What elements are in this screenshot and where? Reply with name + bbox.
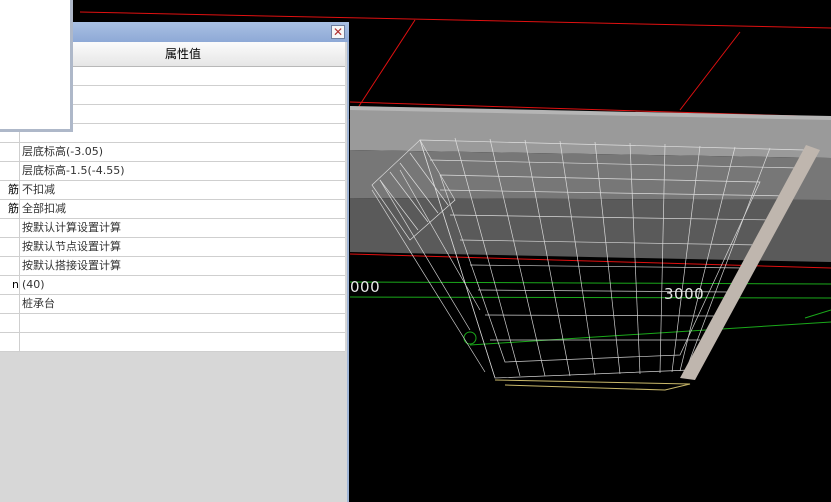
property-name — [0, 333, 20, 351]
property-value[interactable]: 按默认节点设置计算 — [22, 238, 342, 256]
dimension-label-left: 000 — [350, 278, 381, 296]
property-value[interactable]: 不扣减 — [22, 181, 342, 199]
table-row[interactable] — [0, 314, 345, 333]
table-row[interactable]: 按默认计算设置计算 — [0, 219, 345, 238]
close-icon: ✕ — [332, 25, 344, 39]
table-row[interactable]: 按默认节点设置计算 — [0, 238, 345, 257]
table-row[interactable]: 层底标高(-3.05) — [0, 143, 345, 162]
property-value[interactable]: 全部扣减 — [22, 200, 342, 218]
table-row[interactable]: 筋不扣减 — [0, 181, 345, 200]
property-name — [0, 295, 20, 313]
property-value[interactable]: 层底标高-1.5(-4.55) — [22, 162, 342, 180]
table-row[interactable]: 层底标高-1.5(-4.55) — [0, 162, 345, 181]
property-name — [0, 314, 20, 332]
close-button[interactable]: ✕ — [331, 25, 345, 39]
property-name — [0, 257, 20, 275]
property-value[interactable]: (40) — [22, 276, 342, 294]
pile-cap-outline — [494, 379, 691, 391]
property-name: n — [0, 276, 20, 294]
green-grid-lines — [349, 281, 831, 346]
property-value[interactable]: 层底标高(-3.05) — [22, 143, 342, 161]
property-name — [0, 143, 20, 161]
table-row[interactable]: 筋全部扣减 — [0, 200, 345, 219]
table-row[interactable]: n (40) — [0, 276, 345, 295]
popup-window[interactable] — [0, 0, 73, 132]
property-name — [0, 219, 20, 237]
property-value[interactable]: 按默认计算设置计算 — [22, 219, 342, 237]
property-name: 筋 — [0, 181, 20, 199]
table-row[interactable]: 按默认搭接设置计算 — [0, 257, 345, 276]
table-row[interactable] — [0, 333, 345, 352]
property-name: 筋 — [0, 200, 20, 218]
property-value[interactable] — [22, 314, 342, 332]
table-row[interactable]: 桩承台 — [0, 295, 345, 314]
property-value[interactable] — [22, 333, 342, 351]
property-name — [0, 238, 20, 256]
property-name — [0, 162, 20, 180]
property-value[interactable]: 按默认搭接设置计算 — [22, 257, 342, 275]
dimension-label-right: 3000 — [664, 285, 705, 303]
property-value[interactable]: 桩承台 — [22, 295, 342, 313]
